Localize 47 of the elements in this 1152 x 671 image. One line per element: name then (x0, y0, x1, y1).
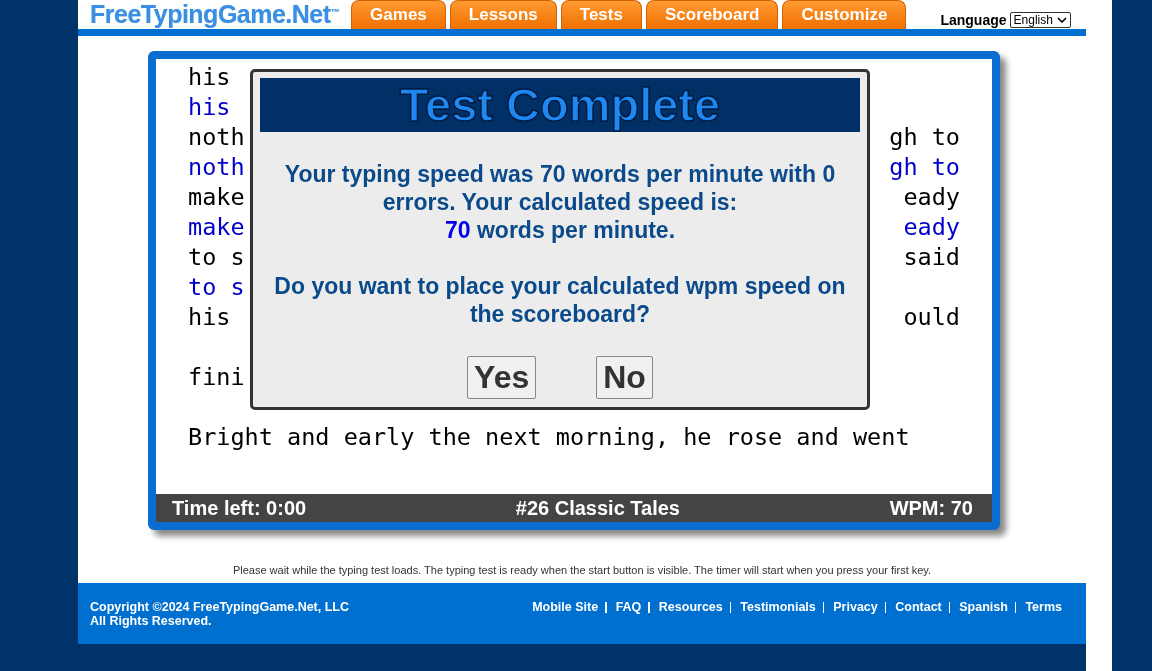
passage-text: make (188, 212, 245, 242)
passage-text: to s (188, 272, 245, 302)
passage-text: his (188, 302, 231, 332)
footer-link[interactable]: Resources (658, 600, 723, 614)
question-text: Do you want to place your calculated wpm speed on the scoreboard? (273, 272, 847, 328)
passage-text: gh to (889, 122, 960, 152)
time-left: Time left: 0:00 (172, 496, 307, 520)
dialog-title: Test Complete (260, 78, 860, 132)
language-label: Language (940, 12, 1007, 28)
nav-tab[interactable]: Customize (782, 0, 907, 29)
chevron-icon (1056, 17, 1067, 23)
result-message: Your typing speed was 70 words per minute with 0 errors. Your calculated speed is: (284, 161, 836, 215)
copyright-text: Copyright ©2024 FreeTypingGame.Net, LLC (90, 600, 350, 614)
passage-text: his (188, 92, 231, 122)
passage-text: said (903, 242, 960, 272)
notice-text: Please wait while the typing test loads. The typing test is ready when the start button is visible. The timer will start when you press your first key. (231, 563, 933, 578)
nav-tab[interactable]: Tests (560, 0, 642, 29)
site-logo[interactable]: FreeTypingGame.Net$^{™}$ (90, 0, 340, 28)
passage-text: make (188, 182, 245, 212)
rights-text: All Rights Reserved. (90, 614, 213, 628)
passage-text: Bright and early the next morning, he rose and went (188, 422, 910, 452)
footer-link[interactable]: Mobile Site (532, 600, 599, 614)
footer-link[interactable]: Privacy (833, 600, 878, 614)
passage-text: noth (188, 122, 245, 152)
speed-value: 70 (444, 217, 471, 243)
footer-link[interactable]: Terms (1025, 600, 1062, 614)
passage-text: gh to (889, 152, 960, 182)
wpm-reading: WPM: 70 (889, 496, 973, 520)
passage-text: eady (903, 212, 960, 242)
speed-unit: words per minute. (476, 217, 676, 243)
passage-text: eady (903, 182, 960, 212)
passage-text: to s (188, 242, 245, 272)
passage-text: fini (188, 362, 245, 392)
footer-link[interactable]: Contact (895, 600, 942, 614)
nav-tab[interactable]: Scoreboard (645, 0, 779, 29)
answer-button[interactable]: No (596, 356, 653, 399)
passage-text: noth (188, 152, 245, 182)
passage-text: his (188, 62, 231, 92)
footer-link[interactable]: Testimonials (740, 600, 816, 614)
passage-text: ould (903, 302, 960, 332)
answer-button[interactable]: Yes (467, 356, 537, 399)
nav-tab[interactable]: Lessons (449, 0, 557, 29)
test-title: #26 Classic Tales (515, 496, 680, 520)
footer-link[interactable]: Spanish (959, 600, 1008, 614)
nav-tab[interactable]: Games (351, 0, 446, 29)
footer-link[interactable]: FAQ (615, 600, 642, 614)
language-select[interactable]: English (1009, 12, 1071, 28)
